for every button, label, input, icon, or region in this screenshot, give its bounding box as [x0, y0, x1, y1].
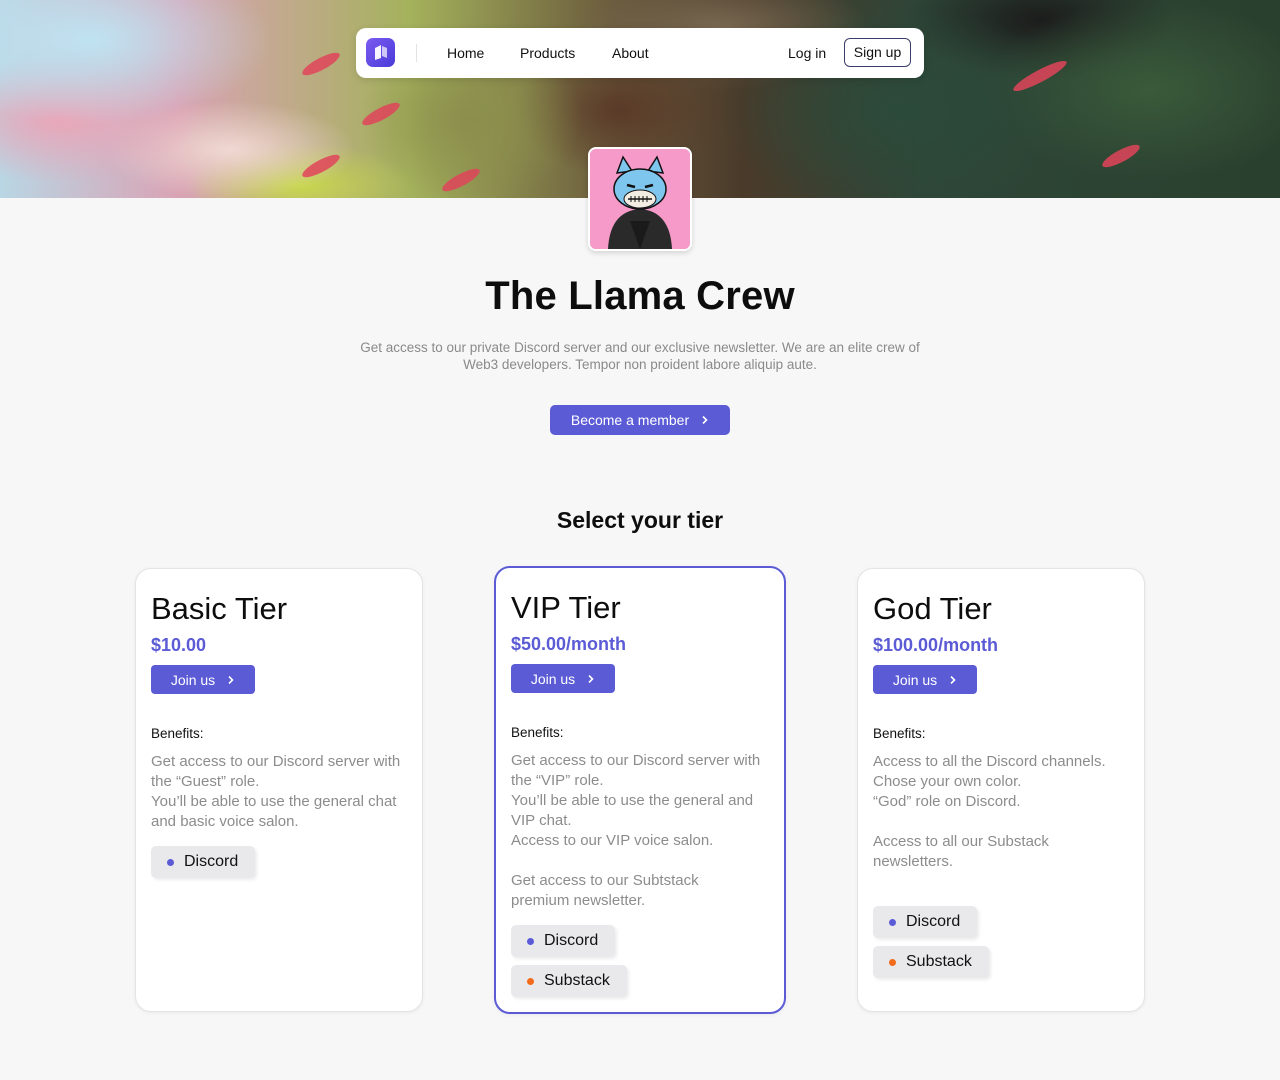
- benefit-line: Access to all the Discord channels.: [873, 753, 1106, 770]
- tag-discord: Discord: [511, 925, 616, 957]
- benefits-label: Benefits:: [873, 726, 926, 741]
- tag-label: Discord: [184, 853, 239, 870]
- benefit-line: “God” role on Discord.: [873, 793, 1021, 810]
- nav-link-home[interactable]: Home: [447, 45, 484, 61]
- login-link[interactable]: Log in: [788, 45, 826, 61]
- benefit-line: Get access to our Discord server with th…: [511, 752, 761, 789]
- top-nav: Home Products About Log in Sign up: [356, 28, 924, 78]
- tier-card-vip: VIP Tier $50.00/month Join us Benefits: …: [494, 566, 786, 1014]
- tier-price: $50.00/month: [511, 634, 627, 654]
- benefits-text: Access to all the Discord channels. Chos…: [873, 752, 1123, 872]
- tag-label: Discord: [906, 913, 961, 930]
- tag-label: Substack: [906, 953, 972, 970]
- discord-dot-icon: [527, 937, 534, 945]
- join-label: Join us: [170, 671, 216, 688]
- brand-logo-icon[interactable]: [366, 38, 395, 67]
- tier-name: God Tier: [873, 591, 992, 626]
- page-title: The Llama Crew: [485, 274, 795, 318]
- benefit-line: Chose your own color.: [873, 773, 1022, 790]
- petal-decoration: [1099, 140, 1143, 172]
- substack-dot-icon: [527, 977, 534, 985]
- discord-dot-icon: [889, 918, 896, 926]
- discord-dot-icon: [167, 858, 174, 866]
- benefit-line: You’ll be able to use the general and VI…: [511, 792, 754, 829]
- chevron-right-icon: [950, 675, 956, 684]
- benefit-line: Get access to our Discord server with th…: [151, 753, 401, 790]
- petal-decoration: [1010, 56, 1070, 96]
- tier-name: VIP Tier: [511, 590, 621, 625]
- tier-name: Basic Tier: [151, 591, 288, 626]
- petal-decoration: [439, 164, 483, 196]
- tier-card-basic: Basic Tier $10.00 Join us Benefits: Get …: [135, 568, 423, 1012]
- benefit-line: Access to all our Substack newsletters.: [873, 833, 1049, 870]
- petal-decoration: [359, 98, 403, 130]
- chevron-right-icon: [702, 416, 708, 424]
- nav-divider: [416, 44, 417, 62]
- nav-link-about[interactable]: About: [612, 45, 649, 61]
- chevron-right-icon: [228, 675, 234, 684]
- tier-price: $10.00: [151, 635, 207, 655]
- join-button-god[interactable]: Join us: [873, 665, 977, 694]
- benefits-text: Get access to our Discord server with th…: [151, 752, 401, 832]
- avatar: [588, 147, 692, 251]
- petal-decoration: [299, 48, 343, 80]
- join-button-vip[interactable]: Join us: [511, 664, 615, 693]
- tag-discord: Discord: [151, 846, 256, 878]
- tier-card-god: God Tier $100.00/month Join us Benefits:…: [857, 568, 1145, 1012]
- benefit-line: Access to our VIP voice salon.: [511, 832, 714, 849]
- join-button-basic[interactable]: Join us: [151, 665, 255, 694]
- join-label: Join us: [530, 670, 576, 687]
- tag-label: Substack: [544, 972, 610, 989]
- tier-price: $100.00/month: [873, 635, 999, 655]
- become-member-label: Become a member: [570, 412, 690, 428]
- tag-substack: Substack: [873, 946, 989, 978]
- substack-dot-icon: [889, 958, 896, 966]
- tag-discord: Discord: [873, 906, 978, 938]
- tag-substack: Substack: [511, 965, 627, 997]
- chevron-right-icon: [588, 674, 594, 683]
- tiers-heading: Select your tier: [556, 507, 724, 533]
- benefits-text: Get access to our Discord server with th…: [511, 751, 761, 911]
- petal-decoration: [299, 150, 343, 182]
- tag-label: Discord: [544, 932, 599, 949]
- benefits-label: Benefits:: [511, 725, 564, 740]
- llama-cat-avatar-icon: [590, 149, 690, 249]
- page-description: Get access to our private Discord server…: [360, 340, 920, 372]
- become-member-button[interactable]: Become a member: [550, 405, 730, 435]
- signup-button[interactable]: Sign up: [844, 38, 911, 67]
- benefit-line: Get access to our Subtstack premium news…: [511, 872, 699, 909]
- benefit-line: You’ll be able to use the general chat a…: [151, 793, 397, 830]
- join-label: Join us: [892, 671, 938, 688]
- benefits-label: Benefits:: [151, 726, 204, 741]
- nav-link-products[interactable]: Products: [520, 45, 575, 61]
